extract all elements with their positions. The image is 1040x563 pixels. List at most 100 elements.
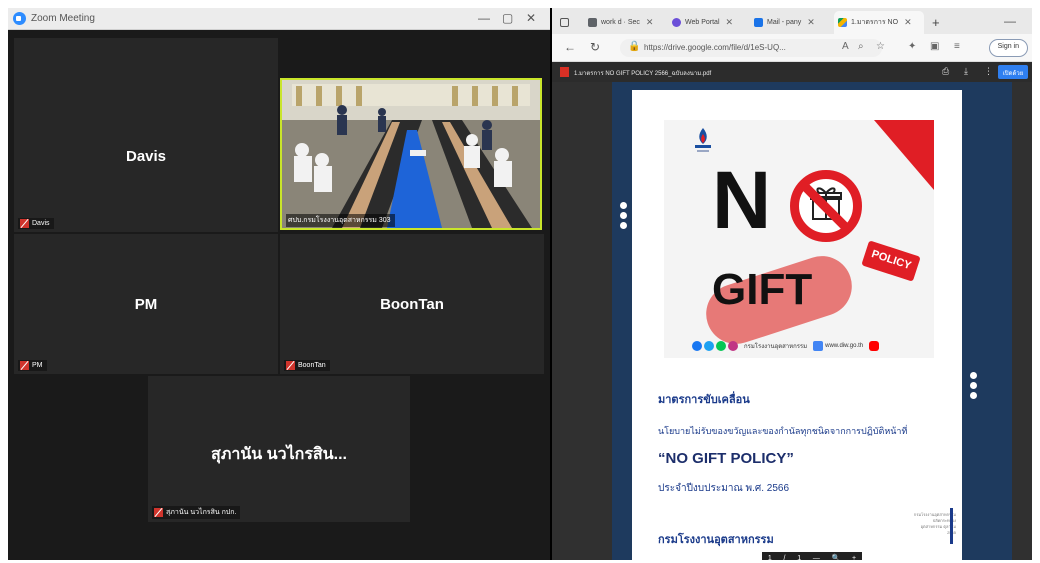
participant-name: สุภานัน นวไกรสิน... [211, 446, 347, 463]
participant-name: BoonTan [380, 296, 444, 313]
pdf-page: N POLICY GIFT กรมโรงงานอุตสาหกรรม www.di… [632, 90, 962, 560]
refresh-icon[interactable]: ↻ [590, 40, 600, 54]
google-drive-icon [838, 18, 847, 27]
tab-actions-icon [560, 18, 569, 27]
lock-icon: 🔒 [628, 41, 641, 52]
participant-label: ศปบ.กรมโรงงานอุตสาหกรรม 303 [286, 214, 395, 227]
pdf-toolbar: 1.มาตรการ NO GIFT POLICY 2566_ฉบับลงนาม.… [552, 62, 1032, 82]
participant-tile[interactable]: สุภานัน นวไกรสิน... สุภานัน นวไกรสิน กปก… [148, 376, 410, 522]
extensions-icon[interactable]: ✦ [908, 41, 916, 52]
pdf-page-controls: 1 / 1 — 🔍 + [762, 552, 862, 560]
document-footer: กรมโรงงานอุตสาหกรรม [658, 534, 774, 546]
zoom-icon[interactable]: 🔍 [832, 554, 841, 560]
participant-tile[interactable]: PM PM [14, 234, 278, 374]
zoom-logo-icon [13, 12, 26, 25]
page-separator: / [783, 554, 786, 561]
collections-icon[interactable]: ≡ [954, 41, 960, 52]
tab-close-icon[interactable]: ✕ [904, 17, 912, 28]
pdf-file-icon [560, 67, 569, 77]
poster-letter-n: N [712, 155, 772, 246]
youtube-icon [869, 341, 880, 351]
zoom-out-button[interactable]: — [813, 555, 820, 561]
participant-label: Davis [18, 218, 54, 229]
more-options-icon[interactable]: ⋮ [984, 66, 993, 77]
mic-muted-icon [20, 219, 29, 228]
document-body: มาตรการขับเคลื่อน นโยบายไม่รับของขวัญและ… [658, 390, 948, 496]
poster-gift-word: GIFT [712, 265, 813, 314]
tab-label: work d · Sec [601, 19, 640, 26]
participant-name: Davis [125, 148, 167, 165]
tab-close-icon[interactable]: ✕ [726, 17, 734, 28]
tab-close-icon[interactable]: ✕ [646, 17, 654, 28]
page-dots-icon [970, 372, 977, 399]
document-subheading: นโยบายไม่รับของขวัญและของกำนัลทุกชนิดจาก… [658, 426, 908, 436]
zoom-window: Zoom Meeting — ▢ ✕ Davis Davis ศปบ.กรมโร… [8, 8, 550, 560]
open-with-button[interactable]: เปิดด้วย [998, 65, 1028, 79]
maximize-button[interactable]: ▢ [502, 11, 513, 25]
participant-tag: BoonTan [298, 362, 326, 369]
back-icon[interactable]: ← [564, 40, 576, 54]
social-text: กรมโรงงานอุตสาหกรรม [744, 344, 808, 350]
browser-tab[interactable]: work d · Sec ✕ [584, 11, 666, 34]
instagram-icon [728, 341, 738, 351]
participant-label: PM [18, 360, 47, 371]
tab-close-icon[interactable]: ✕ [807, 17, 815, 28]
mic-muted-icon [20, 361, 29, 370]
sign-in-button[interactable]: Sign in [988, 39, 1028, 57]
participant-tag: Davis [32, 220, 50, 227]
page-total: 1 [797, 554, 802, 561]
tab-label: Web Portal [685, 19, 720, 26]
participant-tile[interactable]: Davis Davis [14, 38, 278, 232]
website-text: www.diw.go.th [825, 343, 864, 349]
poster-red-corner [874, 120, 934, 190]
mail-icon [754, 18, 763, 27]
participant-video-tile[interactable]: ศปบ.กรมโรงงานอุตสาหกรรม 303 [280, 78, 542, 230]
mic-muted-icon [154, 508, 163, 517]
browser-tab[interactable]: Web Portal ✕ [668, 11, 748, 34]
facebook-icon [692, 341, 702, 351]
browser-tab-active[interactable]: 1.มาตรการ NO ✕ [834, 11, 924, 34]
participant-tag: PM [32, 362, 43, 369]
search-icon [588, 18, 597, 27]
page-dots-icon [620, 202, 627, 229]
conference-room-video [282, 80, 540, 228]
participant-tile[interactable]: BoonTan BoonTan [280, 234, 544, 374]
print-icon[interactable]: ⎙ [942, 66, 949, 77]
new-tab-button[interactable]: + [928, 11, 948, 34]
tab-actions-button[interactable] [556, 11, 582, 34]
desktop-screen: Zoom Meeting — ▢ ✕ Davis Davis ศปบ.กรมโร… [8, 8, 1032, 560]
document-side-bar [950, 508, 953, 544]
favorite-icon[interactable]: ☆ [876, 41, 885, 52]
pdf-filename: 1.มาตรการ NO GIFT POLICY 2566_ฉบับลงนาม.… [574, 71, 712, 77]
split-screen-icon[interactable]: ▣ [930, 41, 939, 52]
tab-label: Mail - pany [767, 19, 802, 26]
download-icon[interactable]: ⤓ [964, 66, 968, 77]
read-aloud-icon[interactable]: A [842, 41, 849, 52]
document-policy-title: “NO GIFT POLICY” [658, 450, 794, 467]
tab-label: 1.มาตรการ NO [851, 19, 899, 26]
pdf-viewer: N POLICY GIFT กรมโรงงานอุตสาหกรรม www.di… [552, 82, 1032, 560]
website-icon [813, 341, 824, 351]
participant-name: PM [134, 296, 158, 313]
page-current: 1 [767, 554, 772, 561]
web-portal-icon [672, 18, 681, 27]
tab-bar: work d · Sec ✕ Web Portal ✕ Mail - pany … [552, 8, 1032, 34]
zoom-titlebar: Zoom Meeting — ▢ ✕ [8, 8, 550, 30]
close-button[interactable]: ✕ [526, 11, 536, 25]
participant-tag: ศปบ.กรมโรงงานอุตสาหกรรม 303 [288, 217, 391, 224]
zoom-in-button[interactable]: + [852, 555, 856, 561]
no-gift-poster: N POLICY GIFT กรมโรงงานอุตสาหกรรม www.di… [664, 120, 934, 358]
minimize-button[interactable]: — [1004, 14, 1016, 28]
browser-window: work d · Sec ✕ Web Portal ✕ Mail - pany … [550, 8, 1032, 560]
policy-tag: POLICY [861, 240, 921, 282]
participant-label: BoonTan [284, 360, 330, 371]
document-fiscal-year: ประจำปีงบประมาณ พ.ศ. 2566 [658, 483, 790, 494]
line-icon [716, 341, 726, 351]
address-bar: ← ↻ https://drive.google.com/file/d/1eS-… [552, 34, 1032, 62]
browser-tab[interactable]: Mail - pany ✕ [750, 11, 832, 34]
zoom-icon[interactable]: ⌕ [858, 41, 864, 52]
minimize-button[interactable]: — [478, 11, 490, 25]
twitter-icon [704, 341, 714, 351]
mic-muted-icon [286, 361, 295, 370]
participant-label: สุภานัน นวไกรสิน กปก. [152, 506, 241, 519]
